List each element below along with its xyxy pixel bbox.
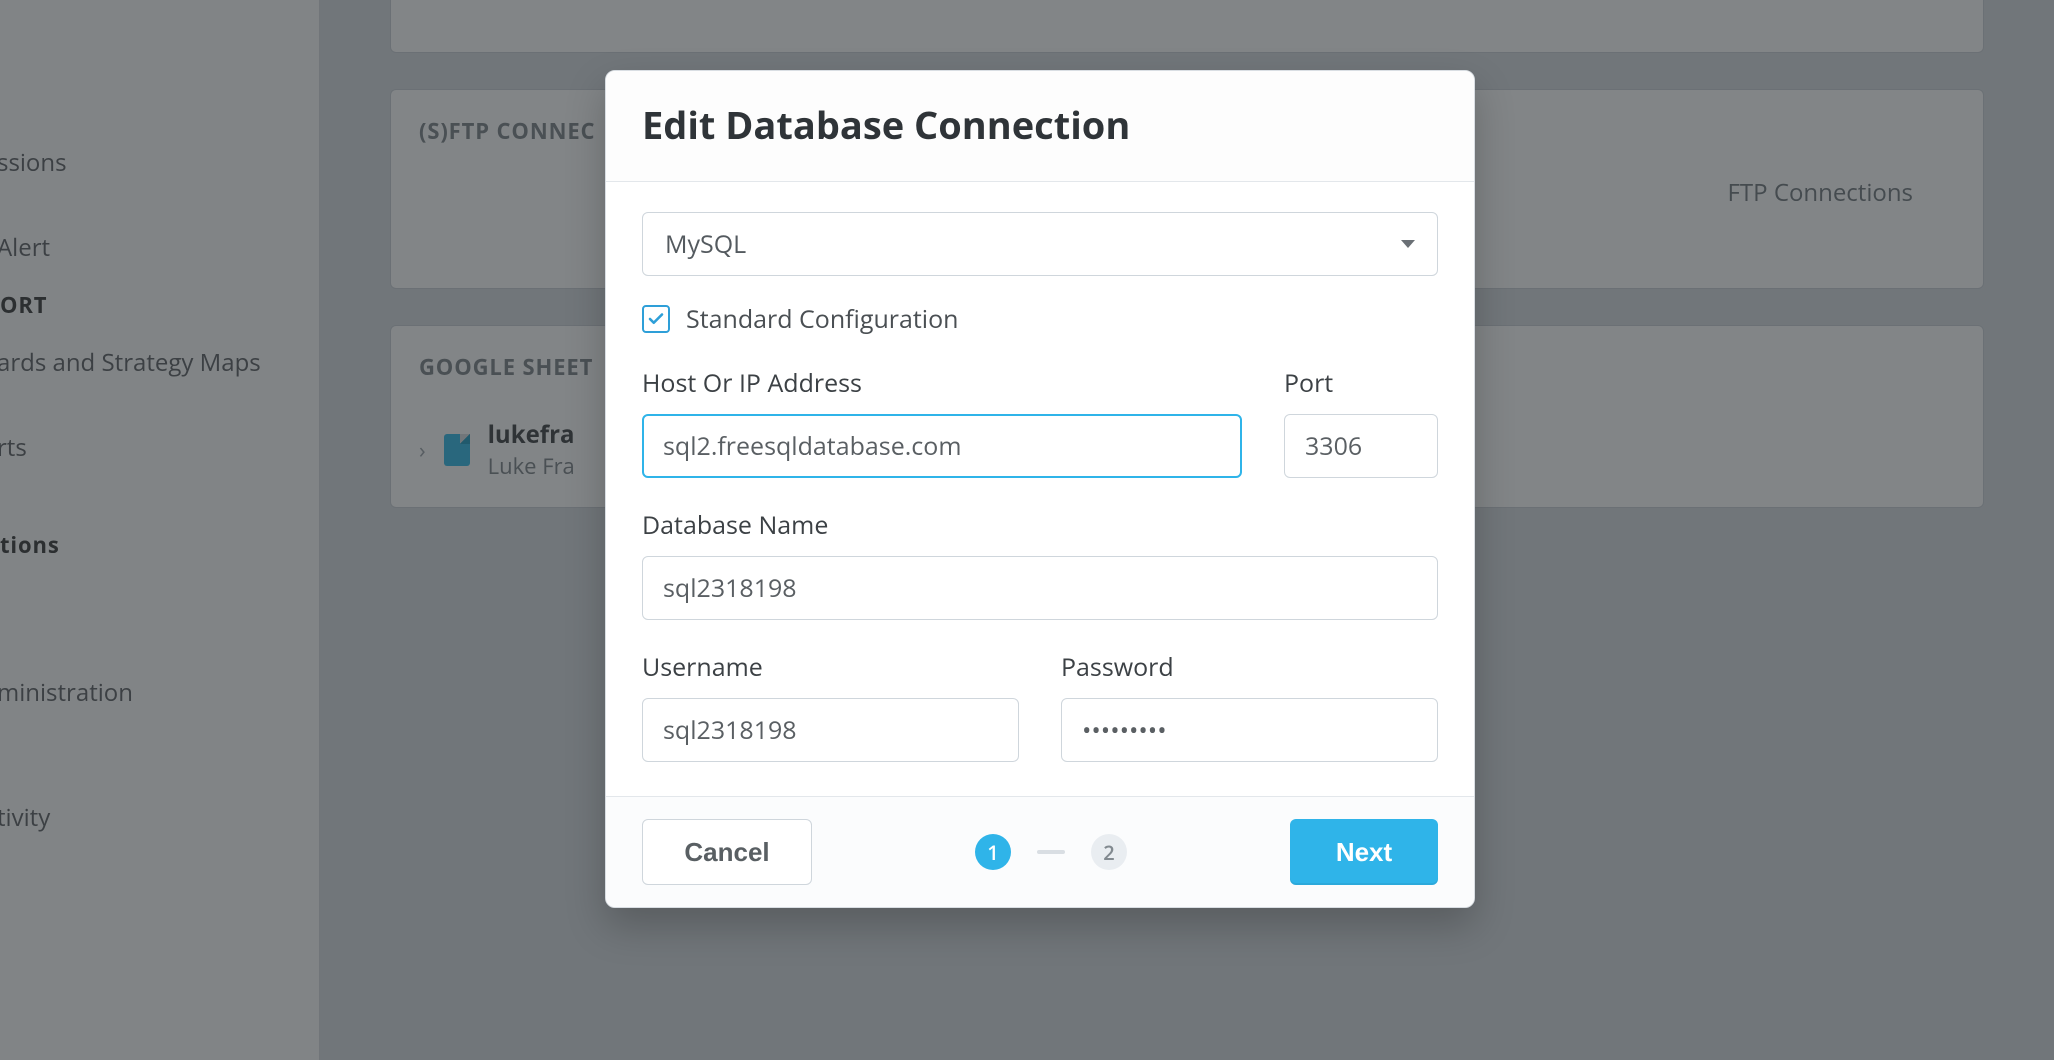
modal-title: Edit Database Connection bbox=[642, 99, 1438, 151]
password-input[interactable] bbox=[1061, 698, 1438, 762]
dbname-label: Database Name bbox=[642, 508, 1438, 542]
host-label: Host Or IP Address bbox=[642, 366, 1242, 400]
wizard-steps: 1 2 bbox=[975, 834, 1127, 870]
port-label: Port bbox=[1284, 366, 1438, 400]
step-1[interactable]: 1 bbox=[975, 834, 1011, 870]
step-rail bbox=[1037, 850, 1065, 854]
cancel-button[interactable]: Cancel bbox=[642, 819, 812, 885]
standard-config-checkbox[interactable] bbox=[642, 305, 670, 333]
db-type-value: MySQL bbox=[665, 227, 746, 261]
standard-config-label: Standard Configuration bbox=[686, 302, 959, 336]
port-input[interactable] bbox=[1284, 414, 1438, 478]
username-input[interactable] bbox=[642, 698, 1019, 762]
host-input[interactable] bbox=[642, 414, 1242, 478]
next-button[interactable]: Next bbox=[1290, 819, 1438, 885]
step-2[interactable]: 2 bbox=[1091, 834, 1127, 870]
db-type-select[interactable]: MySQL bbox=[642, 212, 1438, 276]
check-icon bbox=[647, 310, 665, 328]
caret-down-icon bbox=[1401, 240, 1415, 248]
username-label: Username bbox=[642, 650, 1019, 684]
password-label: Password bbox=[1061, 650, 1438, 684]
edit-db-connection-modal: Edit Database Connection MySQL Standard … bbox=[605, 70, 1475, 908]
dbname-input[interactable] bbox=[642, 556, 1438, 620]
